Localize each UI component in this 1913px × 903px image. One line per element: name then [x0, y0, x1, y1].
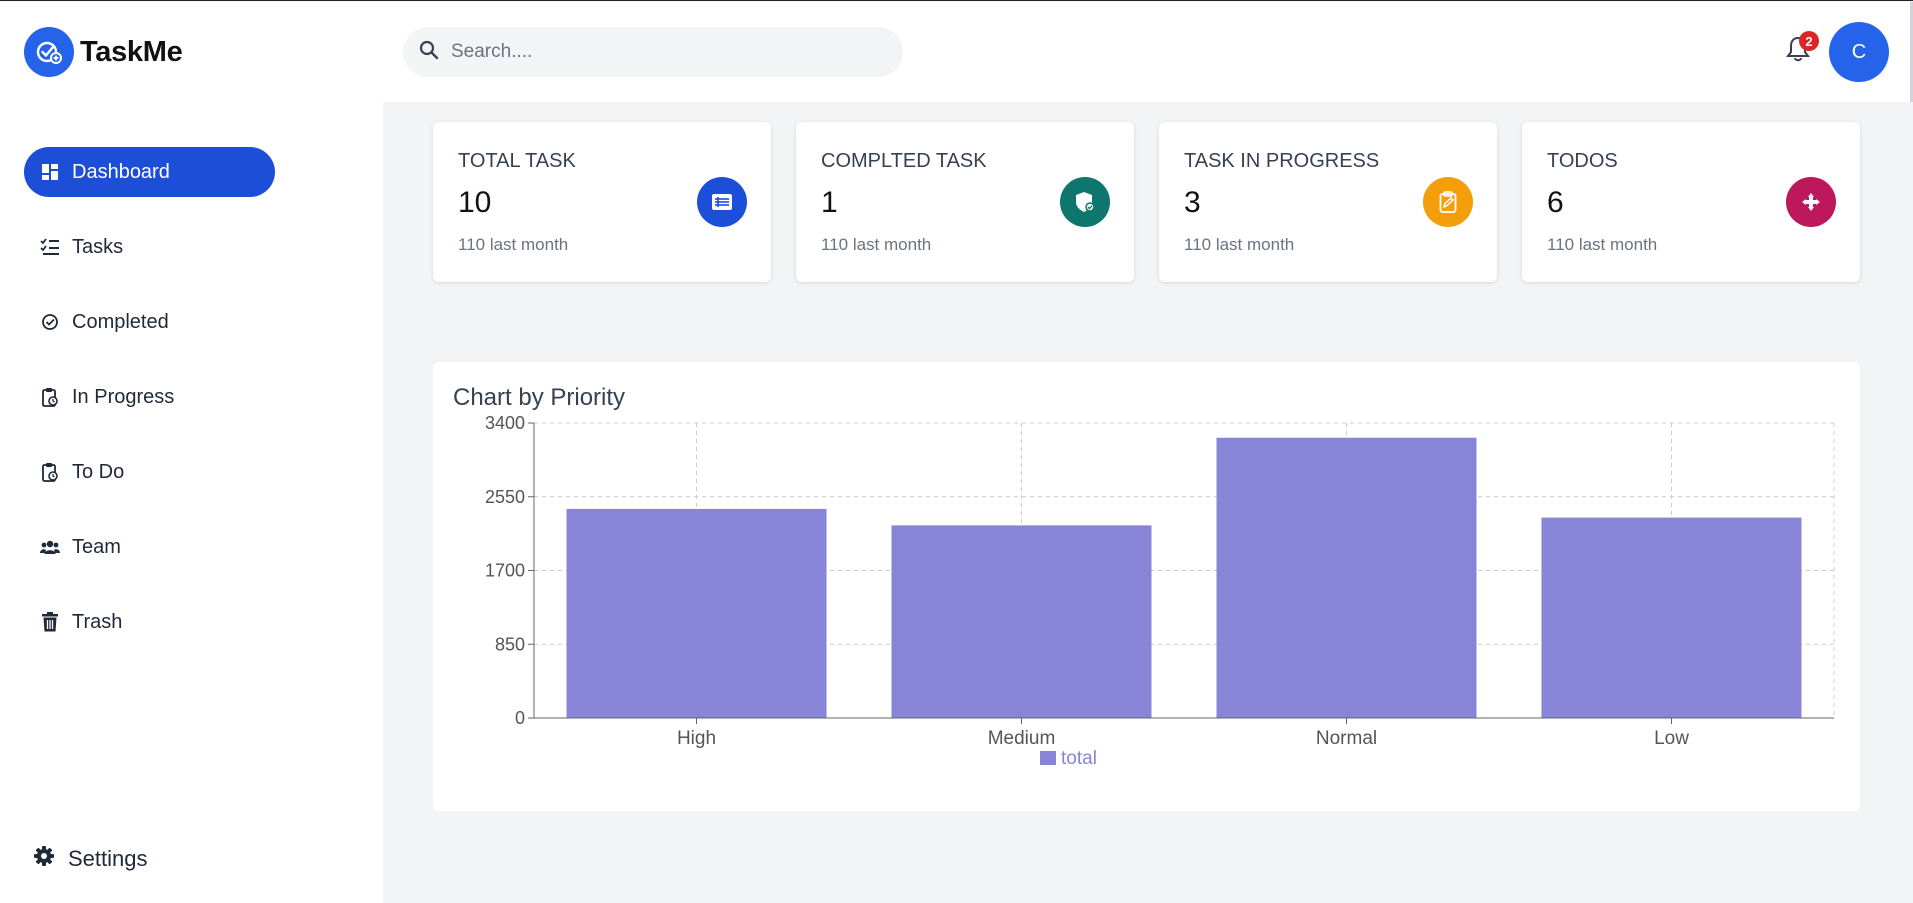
- stat-value: 3: [1184, 186, 1201, 219]
- stat-value: 10: [458, 186, 492, 219]
- y-tick-label: 2550: [485, 487, 525, 507]
- sidebar-item-dashboard[interactable]: Dashboard: [24, 147, 275, 197]
- arrows-move-icon: [1786, 177, 1836, 227]
- legend-label: total: [1061, 748, 1097, 769]
- bar: [1541, 517, 1802, 718]
- avatar[interactable]: C: [1829, 22, 1889, 82]
- stat-subtext: 110 last month: [1184, 235, 1295, 254]
- gear-icon: [34, 846, 54, 872]
- stat-label: TASK IN PROGRESS: [1184, 150, 1380, 172]
- stat-value: 1: [821, 186, 838, 219]
- stat-label: TOTAL TASK: [458, 150, 576, 172]
- sidebar-item-label: In Progress: [72, 385, 175, 408]
- stat-card-completed: COMPLTED TASK 1 110 last month: [796, 122, 1134, 282]
- brand-logo-icon: [24, 27, 74, 77]
- sidebar-item-tasks[interactable]: Tasks: [24, 222, 275, 272]
- legend-swatch: [1040, 751, 1056, 765]
- settings-button[interactable]: Settings: [34, 846, 148, 872]
- sidebar-item-in-progress[interactable]: In Progress: [24, 372, 275, 422]
- chart-card: Chart by Priority 0 850 1700 2550 3400 High Me…: [433, 362, 1860, 811]
- sidebar-item-todo[interactable]: To Do: [24, 447, 275, 497]
- stat-label: TODOS: [1547, 150, 1618, 172]
- clipboard-clock-icon: [40, 462, 60, 482]
- clipboard-edit-icon: [1423, 177, 1473, 227]
- shield-check-icon: [1060, 177, 1110, 227]
- x-tick-label: Normal: [1316, 728, 1377, 749]
- notification-badge: 2: [1799, 31, 1819, 51]
- sidebar-item-label: Completed: [72, 310, 169, 333]
- bell-icon: [1785, 36, 1811, 67]
- y-tick-label: 3400: [485, 413, 525, 433]
- y-tick-label: 850: [495, 634, 525, 654]
- stat-subtext: 110 last month: [821, 235, 932, 254]
- notification-button[interactable]: 2: [1785, 31, 1819, 67]
- sidebar-item-label: Trash: [72, 610, 123, 633]
- sidebar-item-label: Team: [72, 535, 121, 558]
- dashboard-icon: [40, 162, 60, 182]
- trash-icon: [40, 612, 60, 632]
- sidebar: TaskMe Dashboard Tasks Completed In Prog…: [0, 2, 383, 903]
- stat-subtext: 110 last month: [458, 235, 569, 254]
- users-icon: [40, 537, 60, 557]
- bar: [566, 508, 827, 718]
- sidebar-item-team[interactable]: Team: [24, 522, 275, 572]
- stat-value: 6: [1547, 186, 1564, 219]
- search-icon: [419, 40, 439, 65]
- clipboard-clock-icon: [40, 387, 60, 407]
- check-circle-icon: [40, 312, 60, 332]
- bar: [891, 525, 1152, 718]
- stat-label: COMPLTED TASK: [821, 150, 987, 172]
- x-tick-label: Medium: [988, 728, 1056, 749]
- brand[interactable]: TaskMe: [24, 27, 183, 77]
- x-tick-label: High: [677, 728, 716, 749]
- sidebar-nav: Dashboard Tasks Completed In Progress To…: [24, 147, 275, 672]
- sidebar-item-completed[interactable]: Completed: [24, 297, 275, 347]
- list-icon: [697, 177, 747, 227]
- stat-subtext: 110 last month: [1547, 235, 1658, 254]
- sidebar-item-trash[interactable]: Trash: [24, 597, 275, 647]
- search-input[interactable]: [451, 41, 871, 63]
- stat-card-todos: TODOS 6 110 last month: [1522, 122, 1860, 282]
- x-tick-label: Low: [1654, 728, 1689, 749]
- settings-label: Settings: [68, 846, 148, 871]
- brand-name: TaskMe: [80, 35, 183, 68]
- checklist-icon: [40, 237, 60, 257]
- stat-card-in-progress: TASK IN PROGRESS 3 110 last month: [1159, 122, 1497, 282]
- search-bar[interactable]: [403, 27, 903, 77]
- priority-bar-chart: 0 850 1700 2550 3400 High Medium Normal Low total: [485, 413, 1835, 769]
- stat-card-total: TOTAL TASK 10 110 last month: [433, 122, 771, 282]
- sidebar-item-label: Dashboard: [72, 160, 170, 183]
- bar: [1216, 437, 1477, 718]
- sidebar-item-label: Tasks: [72, 235, 124, 258]
- top-header: 2 C: [383, 2, 1910, 102]
- y-tick-label: 1700: [485, 561, 525, 581]
- sidebar-item-label: To Do: [72, 460, 125, 483]
- y-tick-label: 0: [515, 708, 525, 728]
